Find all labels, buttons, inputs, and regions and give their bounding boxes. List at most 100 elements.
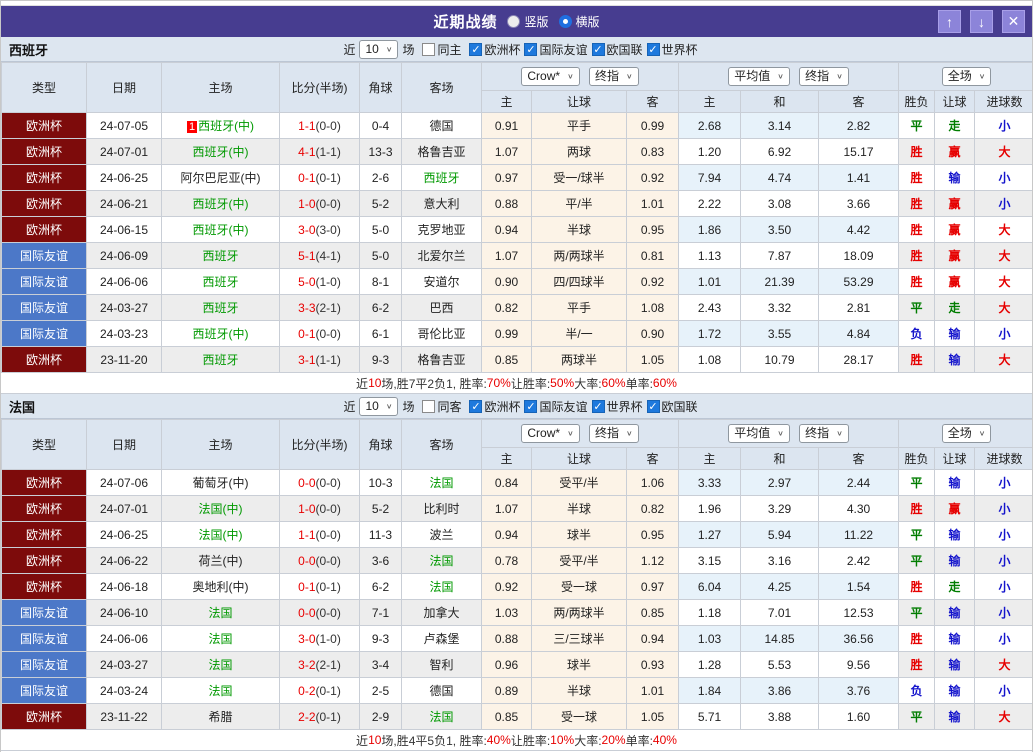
score-cell: 0-1(0-1) — [279, 573, 360, 600]
average-odds-cell: 53.29 — [817, 268, 900, 295]
match-row: 国际友谊 24-03-27 西班牙 3-3(2-1) 6-2 巴西 0.82 平手 1.08 2.… — [1, 294, 1032, 321]
checkbox-checked-icon[interactable]: ✓ — [469, 399, 483, 413]
average-odds-cell: 3.76 — [817, 677, 900, 704]
chevron-down-icon: ∨ — [626, 429, 633, 438]
odds-source-select[interactable]: Crow* ∨ — [521, 424, 580, 443]
result-flag: 小 — [974, 469, 1032, 496]
result-flag: 走 — [934, 112, 976, 139]
handicap-odds-cell: 两/两球半 — [531, 599, 627, 626]
competition-checkbox[interactable]: ✓ 欧国联 — [591, 41, 643, 58]
radio-selected-icon[interactable] — [558, 15, 572, 28]
corner-cell: 5-2 — [359, 190, 402, 217]
average-odds-cell: 3.55 — [740, 320, 819, 347]
home-team: 西班牙(中) — [161, 138, 280, 165]
result-flag: 赢 — [934, 216, 976, 243]
match-row: 国际友谊 24-06-06 法国 3-0(1-0) 9-3 卢森堡 0.88 三/三球半 0.9… — [1, 625, 1032, 652]
result-flag: 胜 — [898, 242, 936, 269]
average-odds-cell: 21.39 — [740, 268, 819, 295]
match-date: 24-03-23 — [86, 320, 162, 347]
rank-badge: 1 — [186, 121, 198, 133]
average-select[interactable]: 平均值 ∨ — [728, 424, 790, 443]
odds-final-select[interactable]: 终指 ∨ — [589, 424, 639, 443]
corner-cell: 3-6 — [359, 547, 402, 574]
average-odds-cell: 3.16 — [740, 547, 819, 574]
checkbox-checked-icon[interactable]: ✓ — [646, 399, 660, 413]
scope-select[interactable]: 全场 ∨ — [941, 67, 992, 86]
average-odds-cell: 6.92 — [740, 138, 819, 165]
handicap-odds-cell: 0.82 — [481, 294, 532, 321]
handicap-odds-cell: 0.90 — [481, 268, 532, 295]
average-odds-cell: 1.41 — [817, 164, 900, 191]
match-count-select[interactable]: 10 ∨ — [359, 39, 399, 59]
average-odds-cell: 3.32 — [740, 294, 819, 321]
handicap-odds-cell: 0.81 — [626, 242, 679, 269]
result-flag: 赢 — [934, 495, 976, 522]
record-summary: 近 10 场,胜4平5负1, 胜率: 40% 让胜率: 10% 大率: 20% 单率: 40… — [1, 730, 1032, 751]
score-cell: 0-0(0-0) — [279, 547, 360, 574]
checkbox-checked-icon[interactable]: ✓ — [524, 399, 538, 413]
checkbox-unchecked-icon[interactable] — [422, 42, 436, 56]
handicap-odds-cell: 0.92 — [481, 573, 532, 600]
average-odds-cell: 1.28 — [678, 651, 741, 678]
checkbox-checked-icon[interactable]: ✓ — [646, 42, 660, 56]
same-venue-checkbox[interactable]: 同客 — [422, 398, 461, 415]
average-odds-cell: 1.72 — [678, 320, 741, 347]
checkbox-checked-icon[interactable]: ✓ — [469, 42, 483, 56]
result-flag: 走 — [934, 294, 976, 321]
checkbox-checked-icon[interactable]: ✓ — [524, 42, 538, 56]
handicap-odds-cell: 0.78 — [481, 547, 532, 574]
away-team: 哥伦比亚 — [401, 320, 482, 347]
title-bar: 近期战绩 竖版 横版 ↑ ↓ ✕ — [1, 6, 1032, 37]
result-flag: 输 — [934, 625, 976, 652]
result-flag: 负 — [898, 677, 936, 704]
avg-home-header: 主 — [678, 447, 741, 470]
result-flag: 胜 — [898, 164, 936, 191]
checkbox-unchecked-icon[interactable] — [422, 399, 436, 413]
scope-select[interactable]: 全场 ∨ — [941, 424, 992, 443]
competition-checkbox[interactable]: ✓ 世界杯 — [591, 398, 643, 415]
competition-checkbox[interactable]: ✓ 国际友谊 — [524, 398, 588, 415]
move-down-button[interactable]: ↓ — [970, 10, 993, 33]
average-odds-cell: 1.60 — [817, 703, 900, 730]
result-flag: 小 — [974, 190, 1032, 217]
competition-checkbox[interactable]: ✓ 欧洲杯 — [469, 398, 520, 415]
avg-away-header: 客 — [817, 90, 900, 113]
same-venue-checkbox[interactable]: 同主 — [422, 41, 461, 58]
layout-horizontal-radio[interactable]: 横版 — [558, 13, 600, 30]
away-team: 法国 — [401, 703, 482, 730]
average-group-header: 平均值 ∨ 终指 ∨ — [677, 62, 900, 91]
corner-cell: 2-6 — [359, 164, 402, 191]
radio-unselected-icon[interactable] — [507, 15, 521, 28]
competition-checkbox[interactable]: ✓ 世界杯 — [646, 41, 698, 58]
move-up-button[interactable]: ↑ — [938, 10, 961, 33]
corner-cell: 8-1 — [359, 268, 402, 295]
competition-type-badge: 国际友谊 — [1, 625, 87, 652]
average-final-select[interactable]: 终指 ∨ — [799, 424, 849, 443]
match-count-select[interactable]: 10 ∨ — [359, 396, 399, 416]
competition-checkbox[interactable]: ✓ 欧洲杯 — [469, 41, 520, 58]
competition-checkbox[interactable]: ✓ 欧国联 — [646, 398, 698, 415]
home-team: 西班牙 — [161, 242, 280, 269]
average-select[interactable]: 平均值 ∨ — [728, 67, 790, 86]
average-odds-cell: 1.84 — [678, 677, 741, 704]
odds-source-select[interactable]: Crow* ∨ — [521, 67, 580, 86]
layout-vertical-radio[interactable]: 竖版 — [507, 13, 549, 30]
handicap-odds-cell: 0.97 — [626, 573, 679, 600]
match-date: 23-11-20 — [86, 346, 162, 373]
result-flag: 胜 — [898, 495, 936, 522]
result-flag: 大 — [974, 651, 1032, 678]
average-final-select[interactable]: 终指 ∨ — [799, 67, 849, 86]
odds-final-select[interactable]: 终指 ∨ — [589, 67, 639, 86]
close-button[interactable]: ✕ — [1002, 10, 1025, 33]
score-cell: 0-2(0-1) — [279, 677, 360, 704]
match-date: 24-06-22 — [86, 547, 162, 574]
games-label: 场 — [402, 399, 415, 414]
handicap-odds-cell: 受一球 — [531, 573, 627, 600]
handicap-odds-cell: 0.93 — [626, 651, 679, 678]
match-row: 国际友谊 24-03-23 西班牙(中) 0-1(0-0) 6-1 哥伦比亚 0.99 半/一… — [1, 320, 1032, 347]
checkbox-checked-icon[interactable]: ✓ — [591, 42, 605, 56]
match-row: 国际友谊 24-06-09 西班牙 5-1(4-1) 5-0 北爱尔兰 1.07 两/两球半 0… — [1, 242, 1032, 269]
handicap-odds-cell: 0.92 — [626, 268, 679, 295]
checkbox-checked-icon[interactable]: ✓ — [591, 399, 605, 413]
competition-checkbox[interactable]: ✓ 国际友谊 — [524, 41, 588, 58]
